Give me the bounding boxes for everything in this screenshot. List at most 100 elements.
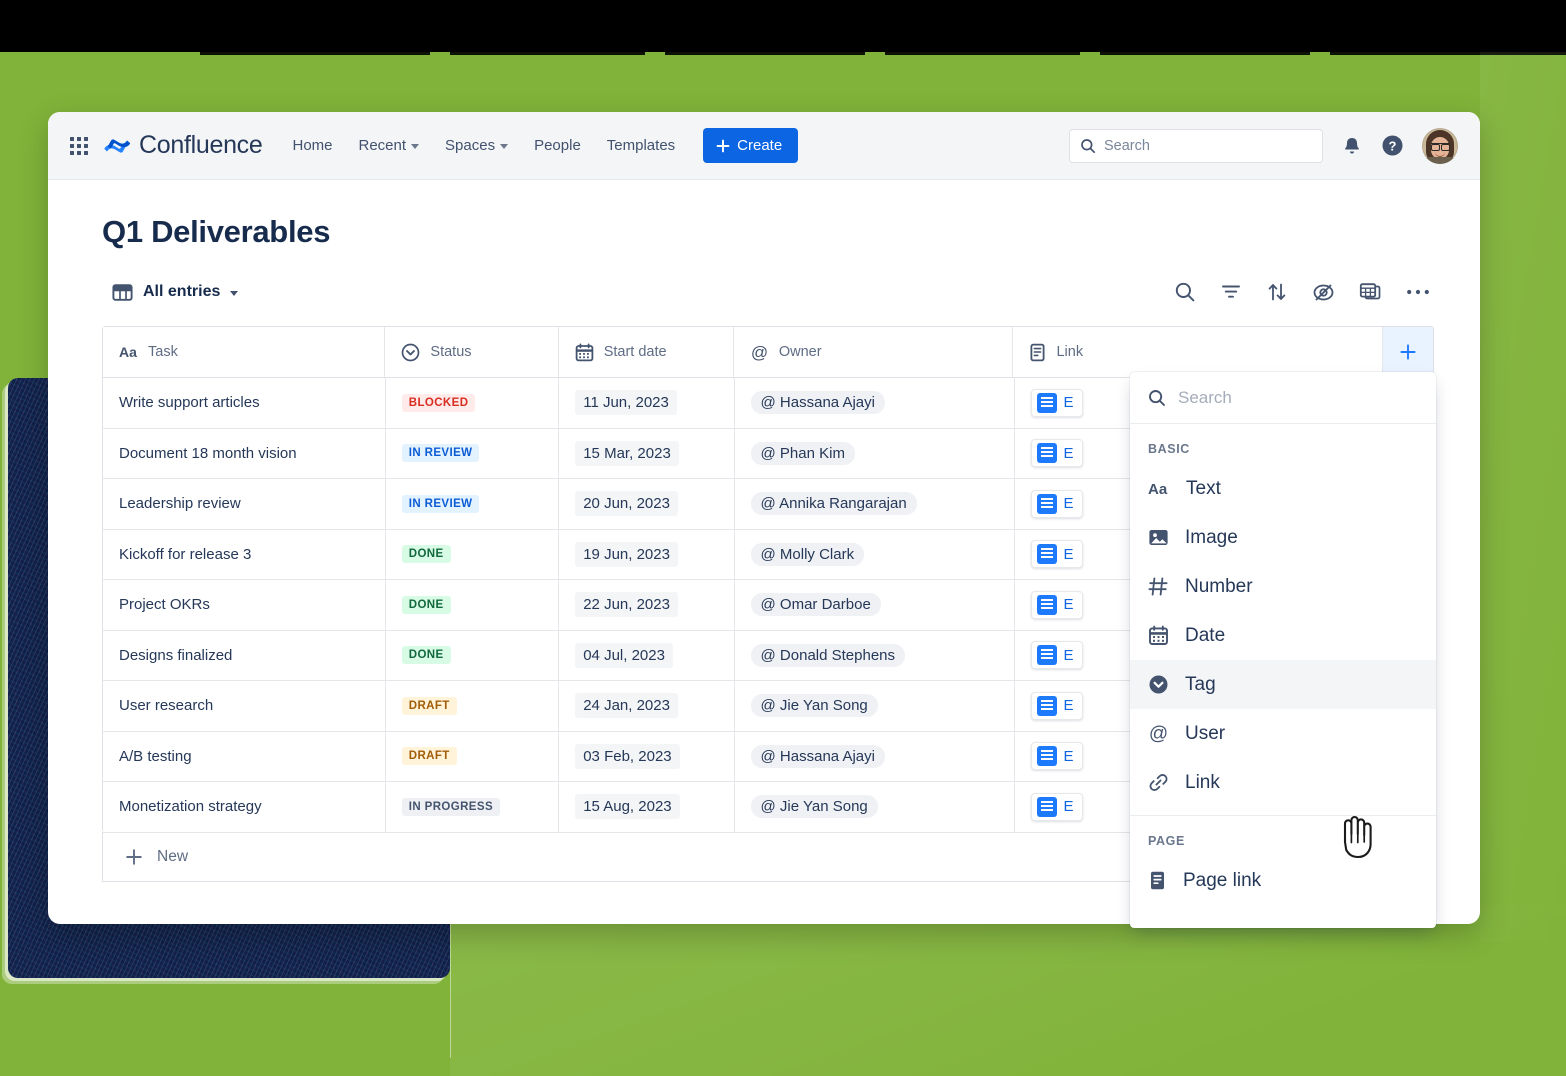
cell-task[interactable]: A/B testing: [103, 731, 386, 781]
cell-owner[interactable]: @ Jie Yan Song: [735, 782, 1015, 832]
table-stack-glyph: [1359, 282, 1381, 299]
menu-item-page-link[interactable]: Page link: [1130, 856, 1436, 905]
cell-status[interactable]: IN REVIEW: [386, 479, 560, 529]
menu-item-label: Tag: [1185, 673, 1216, 695]
cell-status[interactable]: DONE: [386, 580, 560, 630]
cell-task[interactable]: Project OKRs: [103, 580, 386, 630]
chevron-down-icon: [500, 144, 509, 149]
page-link-chip[interactable]: E: [1030, 742, 1083, 771]
cell-owner[interactable]: @ Hassana Ajayi: [735, 378, 1015, 428]
cell-owner[interactable]: @ Donald Stephens: [735, 630, 1015, 680]
cell-start-date[interactable]: 11 Jun, 2023: [559, 378, 735, 428]
nav-item-recent[interactable]: Recent: [359, 137, 420, 154]
cell-task[interactable]: Document 18 month vision: [103, 428, 386, 478]
task-name: A/B testing: [119, 747, 192, 765]
cell-task[interactable]: Leadership review: [103, 479, 386, 529]
page-icon: [1036, 493, 1057, 514]
start-date-value: 15 Mar, 2023: [575, 440, 679, 466]
page-link-chip[interactable]: E: [1030, 691, 1083, 720]
cell-status[interactable]: DONE: [386, 630, 560, 680]
column-header-task[interactable]: Aa Task: [103, 327, 386, 377]
sort-icon[interactable]: [1266, 281, 1288, 303]
task-name: Kickoff for release 3: [119, 545, 252, 563]
cell-status[interactable]: IN REVIEW: [386, 428, 560, 478]
link-icon: [1148, 772, 1169, 793]
menu-item-date[interactable]: Date: [1130, 611, 1436, 660]
cell-owner[interactable]: @ Phan Kim: [735, 428, 1015, 478]
nav-item-spaces[interactable]: Spaces: [445, 137, 509, 154]
menu-item-text[interactable]: Aa Text: [1130, 464, 1436, 513]
menu-item-link[interactable]: Link: [1130, 758, 1436, 807]
nav-item-people[interactable]: People: [534, 137, 581, 154]
page-link-label: E: [1063, 798, 1074, 816]
search-icon[interactable]: [1174, 281, 1196, 303]
cell-task[interactable]: Monetization strategy: [103, 782, 386, 832]
database-toolbar: All entries: [102, 274, 1434, 310]
page-link-chip[interactable]: E: [1030, 792, 1083, 821]
cell-start-date[interactable]: 20 Jun, 2023: [559, 479, 735, 529]
column-header-owner-label: Owner: [778, 344, 822, 360]
column-header-status[interactable]: Status: [385, 327, 559, 377]
cell-task[interactable]: Designs finalized: [103, 630, 386, 680]
column-header-start-date[interactable]: Start date: [559, 327, 734, 377]
status-badge: DONE: [401, 646, 451, 665]
cell-start-date[interactable]: 22 Jun, 2023: [559, 580, 735, 630]
cell-start-date[interactable]: 15 Aug, 2023: [559, 782, 735, 832]
cell-owner[interactable]: @ Omar Darboe: [735, 580, 1015, 630]
cell-status[interactable]: BLOCKED: [386, 378, 560, 428]
cell-owner[interactable]: @ Jie Yan Song: [735, 681, 1015, 731]
menu-item-user[interactable]: @ User: [1130, 709, 1436, 758]
cell-start-date[interactable]: 15 Mar, 2023: [559, 428, 735, 478]
cell-status[interactable]: IN PROGRESS: [386, 782, 560, 832]
cell-start-date[interactable]: 24 Jan, 2023: [559, 681, 735, 731]
cell-status[interactable]: DRAFT: [386, 731, 560, 781]
search-input[interactable]: Search: [1069, 128, 1323, 163]
avatar[interactable]: [1422, 127, 1458, 164]
svg-text:@: @: [751, 343, 768, 362]
page-link-chip[interactable]: E: [1030, 540, 1083, 569]
add-column-button[interactable]: [1383, 327, 1433, 377]
field-menu-body: BASIC Aa Text Image Number Date Tag @ User Link PA…: [1130, 424, 1436, 905]
page-link-chip[interactable]: E: [1030, 439, 1083, 468]
field-menu-search-input[interactable]: Search: [1130, 372, 1436, 424]
cell-start-date[interactable]: 04 Jul, 2023: [559, 630, 735, 680]
cell-task[interactable]: Write support articles: [103, 378, 386, 428]
cell-owner[interactable]: @ Hassana Ajayi: [735, 731, 1015, 781]
nav-item-home[interactable]: Home: [292, 137, 332, 154]
app-switcher-icon[interactable]: [70, 136, 88, 155]
cell-status[interactable]: DONE: [386, 529, 560, 579]
sort-glyph: [1268, 283, 1286, 301]
owner-mention: @ Phan Kim: [750, 441, 855, 465]
cell-start-date[interactable]: 19 Jun, 2023: [559, 529, 735, 579]
menu-item-number[interactable]: Number: [1130, 562, 1436, 611]
column-header-start-date-label: Start date: [603, 344, 667, 360]
cell-status[interactable]: DRAFT: [386, 681, 560, 731]
bell-icon[interactable]: [1341, 135, 1363, 157]
view-switcher-icon[interactable]: [1359, 281, 1382, 304]
cell-owner[interactable]: @ Molly Clark: [735, 529, 1015, 579]
cell-task[interactable]: User research: [103, 681, 386, 731]
menu-item-tag[interactable]: Tag: [1130, 660, 1436, 709]
cell-task[interactable]: Kickoff for release 3: [103, 529, 386, 579]
database-actions: [1174, 281, 1434, 304]
page-link-chip[interactable]: E: [1030, 641, 1083, 670]
nav-item-templates[interactable]: Templates: [607, 137, 675, 154]
more-actions-icon[interactable]: [1406, 288, 1430, 296]
hide-fields-icon[interactable]: [1312, 281, 1335, 304]
page-icon: [1148, 870, 1167, 891]
filter-icon[interactable]: [1220, 281, 1242, 303]
cell-start-date[interactable]: 03 Feb, 2023: [559, 731, 735, 781]
page-link-chip[interactable]: E: [1030, 489, 1083, 518]
view-selector[interactable]: All entries: [102, 277, 248, 308]
help-circle-icon[interactable]: ?: [1381, 134, 1404, 157]
create-button[interactable]: Create: [703, 128, 799, 163]
menu-item-image[interactable]: Image: [1130, 513, 1436, 562]
page-link-chip[interactable]: E: [1030, 590, 1083, 619]
cell-owner[interactable]: @ Annika Rangarajan: [735, 479, 1015, 529]
owner-mention: @ Molly Clark: [750, 542, 865, 566]
green-highlight-right: [1480, 52, 1566, 942]
column-header-owner[interactable]: @ Owner: [734, 327, 1014, 377]
page-link-chip[interactable]: E: [1030, 388, 1083, 417]
column-header-link[interactable]: Link: [1013, 327, 1383, 377]
confluence-logo[interactable]: Confluence: [104, 131, 263, 160]
